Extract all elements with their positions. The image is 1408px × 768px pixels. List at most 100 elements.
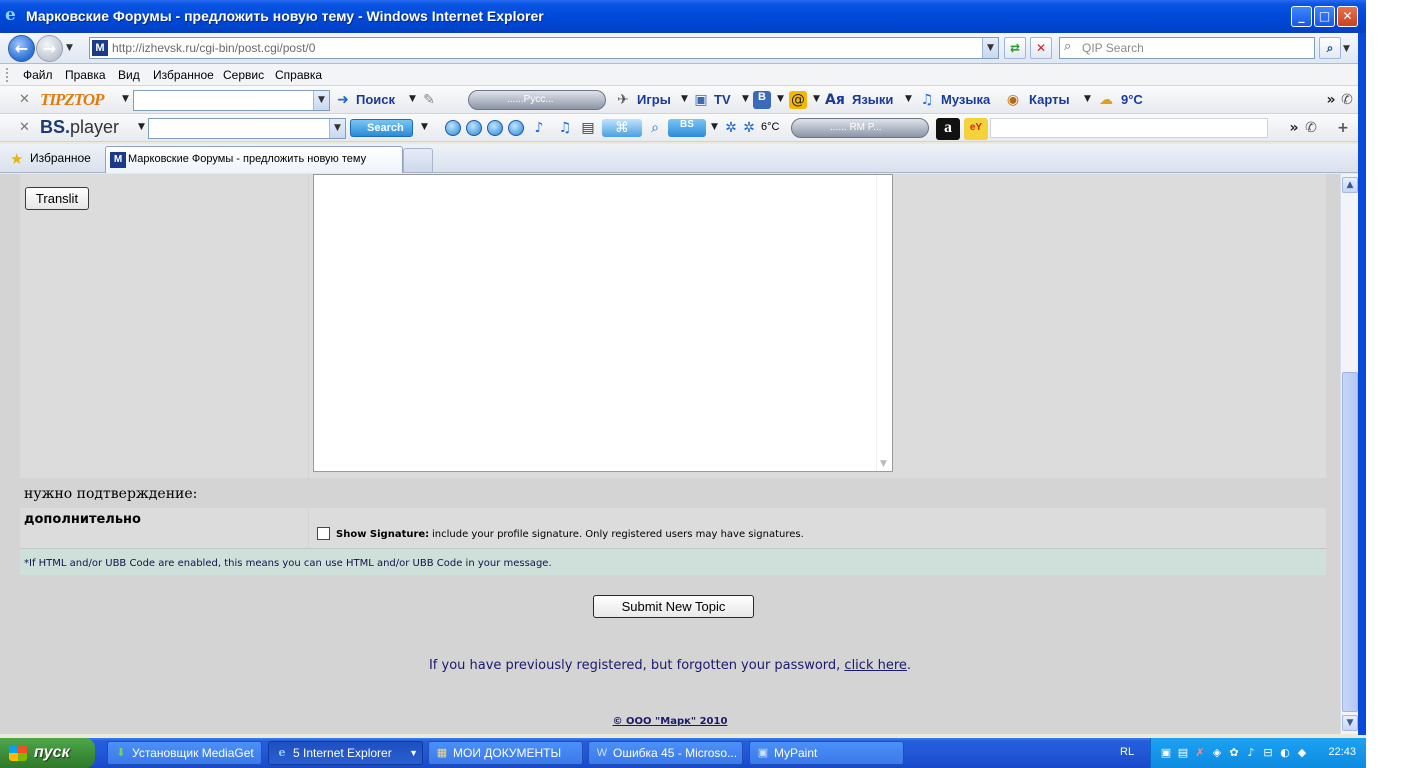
network-icon[interactable]: ▣ (1159, 746, 1173, 760)
vkontakte-icon[interactable]: B (753, 91, 771, 109)
mail-menu-icon[interactable]: ▼ (813, 94, 820, 104)
mail-at-icon[interactable]: @ (789, 91, 807, 109)
highlight-icon[interactable]: ✎ (420, 91, 438, 109)
next-track-icon[interactable] (508, 120, 524, 136)
bs-radio-player[interactable]: ...... RM P... (791, 118, 929, 138)
languages-menu-icon[interactable]: ▼ (905, 94, 912, 104)
bsplayer-search-input[interactable]: ▼ (148, 118, 346, 139)
bsplayer-menu-icon[interactable]: ▼ (138, 122, 145, 132)
favorites-star-icon[interactable]: ★ (10, 150, 23, 168)
antivirus-icon[interactable]: ✗ (1193, 746, 1207, 760)
group-dropdown-icon[interactable]: ▼ (409, 742, 418, 764)
tipztop-menu-icon[interactable]: ▼ (122, 94, 129, 104)
bs-button-icon[interactable]: BS (668, 119, 706, 137)
language-indicator[interactable]: RL (1120, 746, 1134, 758)
new-tab-button[interactable] (403, 148, 433, 173)
close-toolbar-icon[interactable]: ✕ (19, 120, 30, 135)
wrench-icon[interactable]: ✆ (1338, 91, 1356, 109)
speaker-icon[interactable]: ♪ (1244, 746, 1258, 760)
menu-tools[interactable]: Сервис (223, 68, 264, 82)
film-icon[interactable]: ▤ (579, 119, 597, 137)
prev-track-icon[interactable] (445, 120, 461, 136)
search-go-icon[interactable]: ➜ (334, 91, 352, 109)
task-my-documents[interactable]: ▦ МОИ ДОКУМЕНТЫ (428, 741, 583, 765)
start-button[interactable]: пуск (0, 738, 95, 768)
maps-button[interactable]: Карты (1029, 92, 1070, 107)
chevron-more-icon[interactable]: » (1285, 119, 1303, 137)
task-word-document[interactable]: W Ошибка 45 - Microso... (588, 741, 743, 765)
search-field[interactable]: ⌕ QIP Search (1059, 37, 1315, 59)
maximize-button[interactable]: □ (1314, 6, 1335, 27)
tv-button[interactable]: TV (714, 92, 731, 107)
scroll-down-icon[interactable]: ▼ (880, 459, 887, 469)
tipztop-logo[interactable]: TIPZTOP (40, 90, 105, 110)
play-icon[interactable] (466, 120, 482, 136)
tipztop-search-button[interactable]: Поиск (356, 92, 395, 107)
search-options-icon[interactable]: ▼ (409, 94, 416, 104)
favorites-button[interactable]: Избранное (30, 151, 91, 165)
translit-button[interactable]: Translit (25, 187, 89, 210)
scroll-up-icon[interactable]: ▲ (1342, 177, 1358, 193)
refresh-button[interactable]: ⇄ (1004, 37, 1026, 59)
url-dropdown-icon[interactable]: ▼ (982, 38, 998, 58)
task-mediaget[interactable]: ⬇ Установщик MediaGet (107, 741, 262, 765)
menu-edit[interactable]: Правка (65, 68, 106, 82)
volume-icon[interactable]: ♪ (530, 119, 548, 137)
zoom-icon[interactable]: ⌕ (646, 119, 664, 137)
scroll-down-icon[interactable]: ▼ (1342, 715, 1358, 731)
stop-media-icon[interactable] (487, 120, 503, 136)
clock[interactable]: 22:43 (1328, 746, 1356, 758)
close-button[interactable]: ✕ (1337, 6, 1358, 27)
show-signature-checkbox[interactable] (317, 527, 330, 540)
monitor-icon[interactable]: ▤ (1176, 746, 1190, 760)
url-field[interactable]: M http://izhevsk.ru/cgi-bin/post.cgi/pos… (89, 37, 999, 59)
bsplayer-logo[interactable]: BS.player (40, 117, 119, 138)
message-textarea[interactable]: ▼ (313, 174, 893, 472)
combo-dropdown-icon[interactable]: ▼ (313, 91, 329, 110)
nvidia-icon[interactable]: ◆ (1295, 746, 1309, 760)
close-toolbar-icon[interactable]: ✕ (19, 92, 30, 107)
menu-file[interactable]: Файл (23, 68, 53, 82)
task-mypaint[interactable]: ▣ MyPaint (749, 741, 904, 765)
search-options-icon[interactable]: ▼ (421, 122, 428, 132)
stop-button[interactable]: ✕ (1030, 37, 1052, 59)
maps-menu-icon[interactable]: ▼ (1084, 94, 1091, 104)
ebay-icon[interactable]: eY (964, 118, 988, 140)
music-button[interactable]: Музыка (941, 92, 990, 107)
weather-temp[interactable]: 9°C (1121, 92, 1143, 107)
vkontakte-menu-icon[interactable]: ▼ (777, 94, 784, 104)
gamepad-icon[interactable]: ⌘ (602, 119, 642, 137)
bs-extra-field[interactable] (990, 118, 1268, 138)
tab-forum-new-topic[interactable]: M Марковские Форумы - предложить новую т… (105, 146, 403, 173)
minimize-button[interactable]: _ (1291, 6, 1312, 27)
bs-menu-icon[interactable]: ▼ (711, 122, 718, 132)
bsplayer-search-button[interactable]: Search (350, 119, 413, 137)
qip-icon[interactable]: ✿ (1227, 746, 1241, 760)
add-icon[interactable]: + (1334, 119, 1352, 137)
tray-app-icon[interactable]: ◐ (1278, 746, 1292, 760)
games-menu-icon[interactable]: ▼ (681, 94, 688, 104)
forward-button[interactable]: → (36, 35, 63, 62)
bs-weather-temp[interactable]: 6°C (761, 121, 779, 133)
show-signature-label[interactable]: Show Signature: (336, 529, 429, 540)
shield-icon[interactable]: ◈ (1210, 746, 1224, 760)
games-button[interactable]: Игры (637, 92, 671, 107)
search-go-button[interactable]: ⌕ (1319, 37, 1341, 59)
usb-icon[interactable]: ⊟ (1261, 746, 1275, 760)
playlist-icon[interactable]: ♫ (556, 119, 574, 137)
menu-help[interactable]: Справка (275, 68, 322, 82)
search-options-icon[interactable]: ▼ (1343, 44, 1350, 54)
page-scrollbar[interactable]: ▲ ▼ (1340, 174, 1358, 734)
wrench-icon[interactable]: ✆ (1302, 119, 1320, 137)
radio-player[interactable]: ......Русс... (468, 90, 606, 110)
textarea-scrollbar[interactable]: ▼ (876, 175, 892, 471)
tipztop-search-input[interactable]: ▼ (133, 90, 330, 111)
amazon-icon[interactable]: a (936, 118, 960, 140)
menu-view[interactable]: Вид (118, 68, 140, 82)
forgot-password-link[interactable]: click here (844, 658, 906, 673)
history-dropdown-icon[interactable]: ▼ (66, 43, 73, 53)
languages-button[interactable]: Языки (852, 92, 893, 107)
submit-new-topic-button[interactable]: Submit New Topic (593, 595, 754, 618)
window-title-bar[interactable]: e Марковские Форумы - предложить новую т… (0, 0, 1366, 33)
tv-menu-icon[interactable]: ▼ (742, 94, 749, 104)
